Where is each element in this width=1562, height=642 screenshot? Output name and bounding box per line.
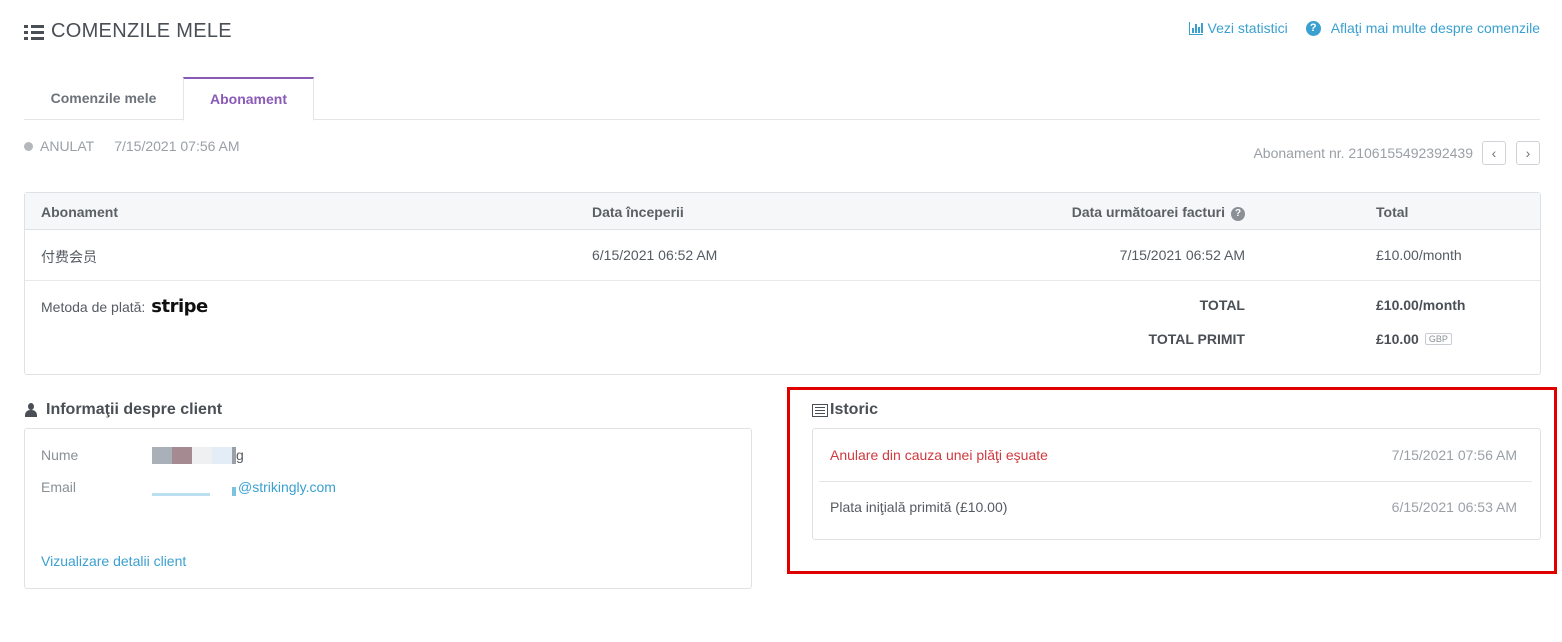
redacted-name-block xyxy=(152,447,172,464)
redacted-email-block xyxy=(152,493,210,496)
history-title: Istoric xyxy=(812,401,878,419)
start-date-value: 6/15/2021 06:52 AM xyxy=(592,247,718,263)
client-info-card: Nume g Email @strikingly.com Vizualizare… xyxy=(24,428,752,589)
currency-badge: GBP xyxy=(1424,333,1452,345)
total-value: £10.00/month xyxy=(1376,297,1466,313)
history-item-date: 7/15/2021 07:56 AM xyxy=(1391,447,1517,463)
redacted-name-block xyxy=(192,447,212,464)
column-header-start-date: Data începerii xyxy=(592,204,684,220)
subscription-status-row: ANULAT 7/15/2021 07:56 AM Abonament nr. … xyxy=(24,138,1540,166)
client-name-suffix: g xyxy=(236,447,244,463)
redacted-name-block xyxy=(172,447,192,464)
statistics-link-label: Vezi statistici xyxy=(1207,20,1288,36)
help-link-label: Aflaţi mai multe despre comenzile xyxy=(1330,20,1540,36)
bar-chart-icon xyxy=(1188,21,1203,35)
header-links: Vezi statistici ? Aflaţi mai multe despr… xyxy=(1188,20,1540,36)
total-received: £10.00 GBP xyxy=(1376,331,1452,347)
help-link[interactable]: ? Aflaţi mai multe despre comenzile xyxy=(1305,20,1540,36)
client-name-label: Nume xyxy=(41,447,79,463)
client-email-label: Email xyxy=(41,479,77,495)
status-date: 7/15/2021 07:56 AM xyxy=(114,138,240,154)
tab-my-orders[interactable]: Comenzile mele xyxy=(24,77,183,120)
total-received-label: TOTAL PRIMIT xyxy=(1148,331,1245,347)
next-invoice-value: 7/15/2021 06:52 AM xyxy=(1119,247,1245,263)
total-received-value: £10.00 xyxy=(1376,331,1419,347)
status-badge: ANULAT 7/15/2021 07:56 AM xyxy=(24,138,240,154)
statistics-link[interactable]: Vezi statistici xyxy=(1188,20,1288,36)
subscription-number: Abonament nr. 2106155492392439 xyxy=(1253,145,1473,161)
column-header-subscription: Abonament xyxy=(41,204,118,220)
list-icon xyxy=(24,24,44,40)
question-circle-icon: ? xyxy=(1305,20,1321,36)
next-invoice-label: Data următoarei facturi xyxy=(1071,204,1225,220)
status-dot-icon xyxy=(24,141,33,151)
tabs-bar: Comenzile mele Abonament xyxy=(24,77,1540,121)
subscription-table: Abonament Data începerii Data următoarei… xyxy=(24,192,1541,375)
history-item: Anulare din cauza unei plăţi eşuate 7/15… xyxy=(813,429,1540,481)
question-circle-icon[interactable]: ? xyxy=(1231,207,1245,221)
history-title-text: Istoric xyxy=(830,401,879,418)
page-title: COMENZILE MELE xyxy=(51,20,232,42)
status-label: ANULAT xyxy=(40,138,95,154)
history-item-text: Anulare din cauza unei plăţi eşuate xyxy=(830,447,1048,463)
history-item-date: 6/15/2021 06:53 AM xyxy=(1391,499,1517,515)
chevron-right-icon: › xyxy=(1525,145,1531,161)
client-email-link[interactable]: @strikingly.com xyxy=(238,479,336,495)
total-label: TOTAL xyxy=(1199,297,1245,313)
view-client-details-link[interactable]: Vizualizare detalii client xyxy=(41,553,186,569)
table-row: 付费会员 6/15/2021 06:52 AM 7/15/2021 06:52 … xyxy=(25,230,1540,281)
page-title-group: COMENZILE MELE xyxy=(24,20,232,43)
column-header-next-invoice: Data următoarei facturi? xyxy=(1072,204,1245,221)
user-icon xyxy=(24,403,38,417)
table-header: Abonament Data începerii Data următoarei… xyxy=(25,193,1540,230)
payment-method-label: Metoda de plată: xyxy=(41,298,146,315)
payment-method: Metoda de plată: stripe xyxy=(41,296,208,317)
subscription-number-group: Abonament nr. 2106155492392439 ‹ › xyxy=(1253,141,1540,165)
history-item-text: Plata iniţială primită (£10.00) xyxy=(830,499,1008,515)
next-subscription-button[interactable]: › xyxy=(1516,141,1540,165)
subscription-name: 付费会员 xyxy=(41,249,97,265)
tab-subscription[interactable]: Abonament xyxy=(183,77,314,121)
table-footer: Metoda de plată: stripe TOTAL £10.00/mon… xyxy=(25,281,1540,374)
chevron-left-icon: ‹ xyxy=(1491,145,1497,161)
column-header-total: Total xyxy=(1376,204,1409,220)
previous-subscription-button[interactable]: ‹ xyxy=(1482,141,1506,165)
redacted-name-block xyxy=(212,447,232,464)
page-header: COMENZILE MELE Vezi statistici ? Aflaţi … xyxy=(24,18,1540,48)
redacted-email-block xyxy=(232,487,236,496)
history-item: Plata iniţială primită (£10.00) 6/15/202… xyxy=(813,481,1540,533)
client-info-title-text: Informaţii despre client xyxy=(46,401,223,418)
history-card: Anulare din cauza unei plăţi eşuate 7/15… xyxy=(812,428,1541,540)
stripe-logo: stripe xyxy=(151,296,208,317)
client-info-title: Informaţii despre client xyxy=(24,401,222,419)
row-total-value: £10.00/month xyxy=(1376,247,1462,263)
history-list-icon xyxy=(812,403,828,417)
